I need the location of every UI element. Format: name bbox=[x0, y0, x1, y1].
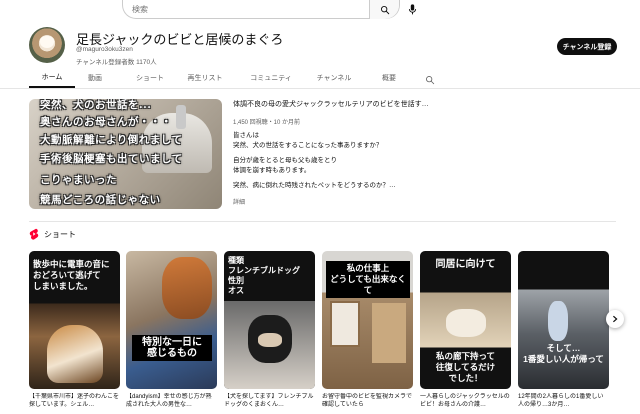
short-overlay-line: おどろいて逃げて bbox=[33, 270, 101, 280]
search-input[interactable] bbox=[123, 0, 369, 18]
short-overlay-line: しまいました。 bbox=[33, 281, 93, 291]
short-overlay-line: 私の廊下持って bbox=[435, 351, 496, 361]
tab-channels[interactable]: チャンネル bbox=[307, 68, 361, 88]
search-icon bbox=[426, 76, 435, 85]
short-thumbnail[interactable]: 種類 フレンチブルドッグ 性別 オス bbox=[224, 251, 315, 389]
short-photo-detail bbox=[258, 333, 282, 347]
short-overlay-text: 種類 フレンチブルドッグ 性別 オス bbox=[228, 255, 314, 295]
channel-handle: @maguro3oku3zen bbox=[76, 46, 133, 53]
voice-search-button[interactable] bbox=[405, 2, 419, 16]
search-icon bbox=[380, 5, 389, 14]
short-photo bbox=[548, 301, 568, 341]
short-photo bbox=[330, 301, 360, 347]
thumbnail-caption: 奥さんのお母さんが・・・ bbox=[40, 116, 172, 128]
short-overlay-line: フレンチブルドッグ bbox=[228, 265, 300, 275]
short-overlay-line: 性別 bbox=[228, 275, 244, 285]
short-photo bbox=[446, 309, 486, 337]
shorts-section-title: ショート bbox=[44, 229, 76, 239]
short-title[interactable]: 12年間の2人暮らしの1番愛しい人の帰り…3か月… bbox=[518, 393, 609, 414]
short-overlay-line: 同居に向けて bbox=[435, 259, 496, 270]
description-line: 突然、犬の世話をすることになった事ありますか？ bbox=[233, 142, 383, 149]
short-thumbnail[interactable]: 散歩中に電車の音に おどろいて逃げて しまいました。 bbox=[29, 251, 120, 389]
short-overlay-line: そして… bbox=[546, 343, 581, 353]
thumbnail-caption: こりゃまいった bbox=[40, 174, 117, 186]
short-photo bbox=[162, 257, 212, 319]
short-overlay-line: 感じるもの bbox=[147, 348, 197, 359]
short-overlay-text: 私の仕事上 どうしても出来なくて bbox=[326, 261, 410, 298]
short-thumbnail[interactable]: 私の仕事上 どうしても出来なくて bbox=[322, 251, 413, 389]
featured-video-title[interactable]: 体調不良の母の愛犬ジャックラッセルテリアのビビを世話す… bbox=[233, 99, 429, 109]
short-overlay-line: オス bbox=[228, 285, 244, 295]
short-title[interactable]: 一人暮らしのジャックラッセルのビビ！お母さんの介護… bbox=[420, 393, 511, 414]
short-title[interactable]: 【dandyism】幸せの感じ方が熟成された大人の男性な… bbox=[126, 393, 217, 414]
tab-about[interactable]: 概要 bbox=[375, 68, 403, 88]
search-box bbox=[122, 0, 400, 19]
shorts-icon bbox=[29, 228, 39, 240]
short-overlay-line: 1番愛しい人が帰って bbox=[523, 354, 604, 364]
channel-tabs: ホーム 動画 ショート 再生リスト コミュニティ チャンネル 概要 bbox=[29, 68, 403, 88]
short-thumbnail[interactable]: 特別な一日に 感じるもの bbox=[126, 251, 217, 389]
featured-video-meta: 1,450 回視聴・10 か月前 bbox=[233, 120, 301, 126]
short-overlay-line: 散歩中に電車の音に bbox=[33, 259, 110, 269]
shorts-next-button[interactable] bbox=[606, 310, 624, 328]
read-more-link[interactable]: 詳細 bbox=[233, 197, 245, 206]
short-overlay-text: 特別な一日に 感じるもの bbox=[132, 335, 212, 361]
short-overlay-text: 私の廊下持って 往復してるだけ でした！ bbox=[420, 351, 511, 384]
channel-avatar[interactable] bbox=[29, 27, 65, 63]
thumbnail-caption: 突然、犬のお世話を... bbox=[40, 99, 152, 111]
short-title[interactable]: お留守番中のビビを監視カメラで確認していたら bbox=[322, 393, 413, 414]
description-line: 皆さんは bbox=[233, 132, 259, 139]
description-line: 突然、病に倒れた時残されたペットをどうするのか？… bbox=[233, 182, 396, 189]
short-photo bbox=[47, 325, 103, 383]
featured-video-thumbnail[interactable]: 突然、犬のお世話を... 奥さんのお母さんが・・・ 大動脈解離により倒れまして … bbox=[29, 99, 222, 209]
short-overlay-line: 往復してるだけ bbox=[435, 362, 496, 372]
subscribe-button[interactable]: チャンネル登録 bbox=[557, 38, 617, 55]
short-title[interactable]: 【千葉県市川市】迷子のわんこを探しています。シェル… bbox=[29, 393, 120, 414]
short-overlay-line: どうしても出来なくて bbox=[330, 274, 406, 295]
short-overlay-line: でした！ bbox=[448, 373, 483, 383]
tabs-divider bbox=[0, 88, 640, 89]
tab-playlists[interactable]: 再生リスト bbox=[181, 68, 229, 88]
short-overlay-text: そして… 1番愛しい人が帰って bbox=[518, 343, 609, 365]
subscriber-count: チャンネル登録者数 1170人 bbox=[76, 59, 157, 66]
short-title[interactable]: 【犬を探してます】フレンチブルドッグのくまおくん… bbox=[224, 393, 315, 414]
short-overlay-line: 私の仕事上 bbox=[346, 263, 390, 273]
microphone-icon bbox=[408, 3, 416, 14]
tab-home[interactable]: ホーム bbox=[29, 68, 75, 88]
short-overlay-text: 散歩中に電車の音に おどろいて逃げて しまいました。 bbox=[29, 259, 120, 292]
thumbnail-caption: 手術後脳梗塞も出ていまして bbox=[40, 153, 183, 165]
thumbnail-caption: 競馬どころの話じゃない bbox=[40, 194, 161, 206]
short-overlay-line: 特別な一日に bbox=[142, 337, 202, 348]
short-overlay-line: 種類 bbox=[228, 255, 244, 265]
description-line: 体調を崩す時もあります。 bbox=[233, 167, 311, 174]
thumbnail-caption: 大動脈解離により倒れまして bbox=[40, 134, 183, 146]
short-overlay-text: 同居に向けて bbox=[420, 259, 511, 270]
tab-videos[interactable]: 動画 bbox=[75, 68, 115, 88]
search-button[interactable] bbox=[369, 0, 399, 19]
section-divider bbox=[29, 221, 616, 222]
chevron-right-icon bbox=[613, 315, 618, 323]
short-thumbnail[interactable]: 同居に向けて 私の廊下持って 往復してるだけ でした！ bbox=[420, 251, 511, 389]
featured-video-description: 皆さんは 突然、犬の世話をすることになった事ありますか？ 自分が歳をとると母も父… bbox=[233, 131, 473, 191]
description-line: 自分が歳をとると母も父も歳をとり bbox=[233, 157, 337, 164]
short-thumbnail[interactable]: そして… 1番愛しい人が帰って bbox=[518, 251, 609, 389]
tab-shorts[interactable]: ショート bbox=[123, 68, 177, 88]
tab-community[interactable]: コミュニティ bbox=[241, 68, 301, 88]
short-photo-detail bbox=[372, 303, 406, 363]
thumbnail-photo-detail bbox=[176, 105, 186, 129]
shorts-section-header: ショート bbox=[29, 228, 76, 240]
